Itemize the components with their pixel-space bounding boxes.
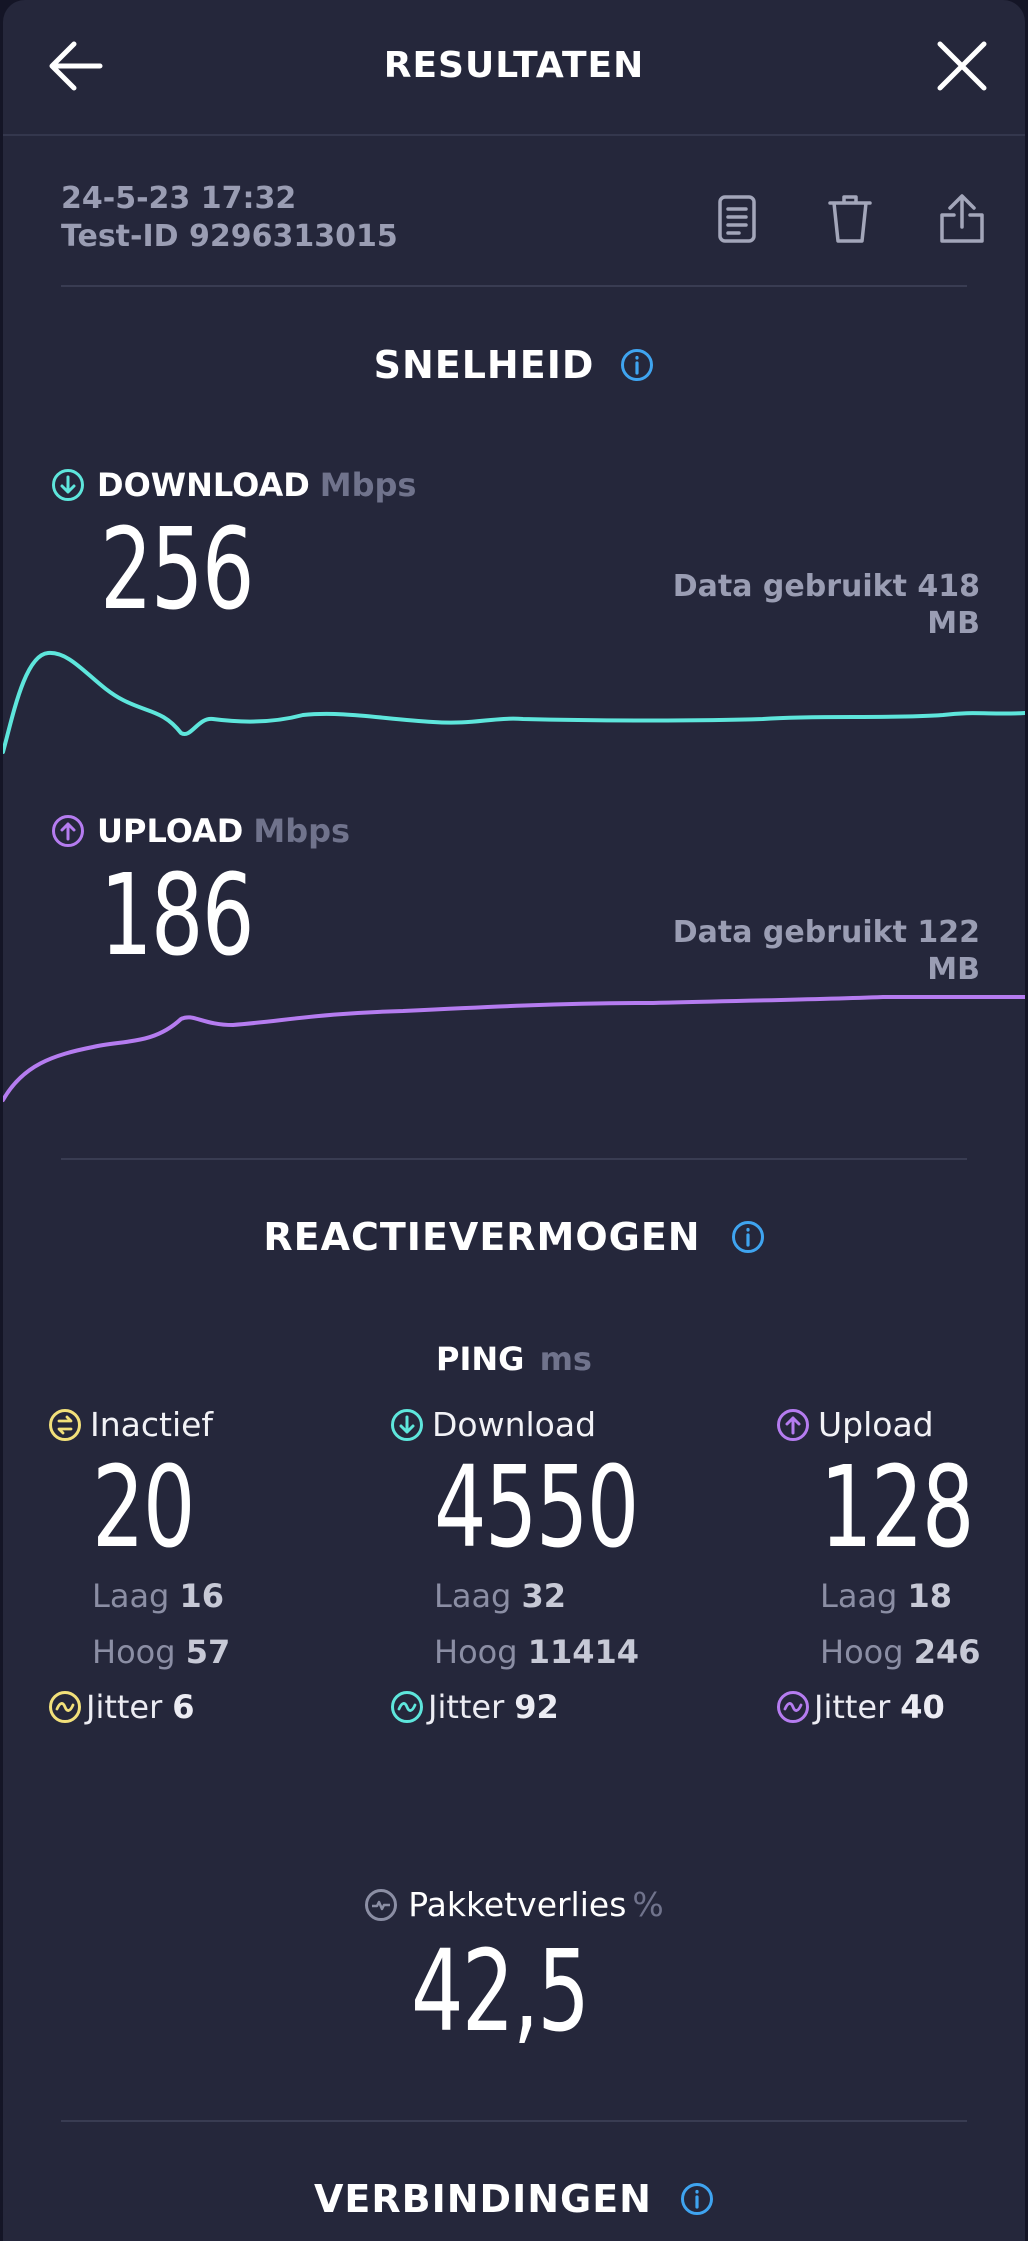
divider (61, 285, 967, 287)
download-unit: Mbps (319, 466, 417, 504)
download-icon (391, 1408, 423, 1441)
test-id: Test-ID 9296313015 (61, 219, 398, 254)
ping-upload-high: Hoog 246 (820, 1633, 981, 1671)
packet-loss-value: 42,5 (411, 1927, 590, 2057)
jitter-icon (777, 1691, 809, 1723)
delete-button[interactable] (821, 188, 879, 250)
speed-section-header: SNELHEID (3, 343, 1025, 387)
info-icon (680, 2183, 713, 2215)
upload-label: UPLOAD (97, 812, 244, 850)
ping-upload-low: Laag 18 (820, 1577, 953, 1615)
speed-title: SNELHEID (373, 343, 595, 387)
results-screen: RESULTATEN 24-5-23 17:32 Test-ID 9296313… (3, 0, 1025, 2241)
ping-download-value: 4550 (434, 1443, 639, 1573)
upload-graph (3, 995, 1025, 1102)
speed-info-button[interactable] (620, 348, 654, 382)
upload-data-used-text: Data gebruikt 122 (672, 915, 980, 950)
trash-icon (828, 195, 872, 243)
jitter-icon (49, 1691, 81, 1723)
ping-download-jitter: Jitter 92 (390, 1688, 720, 1726)
upload-data-used: Data gebruikt 122 MB (580, 914, 980, 988)
responsiveness-section-header: REACTIEVERMOGEN (3, 1215, 1025, 1259)
ping-idle-low: Laag 16 (92, 1577, 225, 1615)
download-label-row: DOWNLOAD Mbps (51, 466, 416, 504)
page-title: RESULTATEN (383, 45, 645, 86)
connections-info-button[interactable] (680, 2182, 714, 2216)
upload-data-unit: MB (927, 952, 980, 987)
packet-loss-unit: % (632, 1885, 664, 1924)
ping-label: PING (436, 1340, 525, 1378)
divider (61, 2120, 967, 2122)
info-icon (731, 1221, 764, 1253)
ping-upload-header: Upload (776, 1405, 1025, 1444)
close-icon (937, 41, 987, 91)
packet-loss-icon (365, 1888, 398, 1921)
ping-upload-column: Upload 128 Laag 18 Hoog 246 Jitter 40 (776, 1405, 1025, 1726)
ping-unit: ms (539, 1340, 592, 1378)
test-meta: 24-5-23 17:32 Test-ID 9296313015 (61, 180, 398, 256)
ping-download-header: Download (390, 1405, 720, 1444)
ping-download-column: Download 4550 Laag 32 Hoog 11414 Jitter 9… (390, 1405, 720, 1726)
ping-idle-column: Inactief 20 Laag 16 Hoog 57 Jitter 6 (48, 1405, 378, 1726)
ping-download-label: Download (432, 1405, 597, 1444)
ping-download-low: Laag 32 (434, 1577, 567, 1615)
test-datetime: 24-5-23 17:32 (61, 181, 297, 216)
report-button[interactable] (708, 188, 766, 250)
responsiveness-info-button[interactable] (731, 1220, 765, 1254)
packet-loss-header: Pakketverlies % (3, 1885, 1025, 1924)
document-icon (718, 195, 756, 243)
connections-title: VERBINDINGEN (314, 2177, 652, 2221)
upload-icon (777, 1408, 809, 1441)
connections-section-header: VERBINDINGEN (3, 2177, 1025, 2221)
share-icon (940, 194, 984, 243)
ping-idle-high: Hoog 57 (92, 1633, 231, 1671)
ping-upload-value: 128 (820, 1443, 974, 1573)
close-button[interactable] (929, 35, 995, 97)
ping-header: PING ms (3, 1340, 1025, 1378)
info-icon (621, 349, 654, 381)
upload-unit: Mbps (253, 812, 351, 850)
ping-upload-jitter: Jitter 40 (776, 1688, 1025, 1726)
jitter-icon (391, 1691, 423, 1723)
ping-idle-jitter: Jitter 6 (48, 1688, 378, 1726)
ping-idle-value: 20 (92, 1443, 195, 1573)
share-button[interactable] (933, 188, 991, 250)
idle-icon (49, 1408, 81, 1441)
download-data-used: Data gebruikt 418 MB (580, 568, 980, 642)
ping-download-high: Hoog 11414 (434, 1633, 640, 1671)
responsiveness-title: REACTIEVERMOGEN (263, 1215, 701, 1259)
download-label: DOWNLOAD (97, 466, 310, 504)
upload-value: 186 (100, 851, 254, 981)
download-graph (3, 650, 1025, 754)
download-data-used-text: Data gebruikt 418 (672, 569, 980, 604)
download-value: 256 (100, 505, 254, 635)
upload-icon (52, 815, 84, 847)
divider (61, 1158, 967, 1160)
header-divider (3, 134, 1025, 136)
packet-loss-label: Pakketverlies (408, 1885, 627, 1924)
ping-idle-label: Inactief (90, 1405, 214, 1444)
ping-upload-label: Upload (818, 1405, 934, 1444)
ping-idle-header: Inactief (48, 1405, 378, 1444)
download-icon (52, 469, 84, 501)
upload-label-row: UPLOAD Mbps (51, 812, 350, 850)
